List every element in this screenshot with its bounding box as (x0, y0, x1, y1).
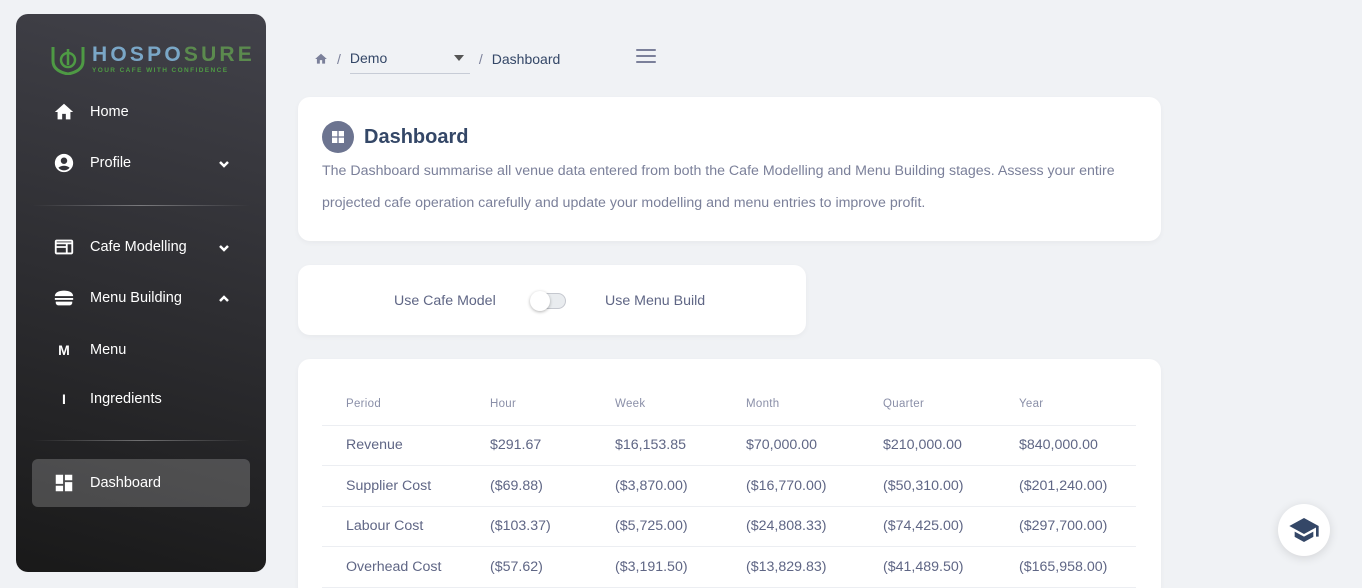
sidebar-item-menu-building[interactable]: Menu Building (32, 274, 250, 322)
dashboard-icon (322, 121, 354, 153)
column-header: Year (995, 383, 1136, 426)
table-cell: ($5,725.00) (591, 506, 722, 547)
sidebar-item-menu[interactable]: M Menu (32, 326, 250, 374)
column-header: Month (722, 383, 859, 426)
caret-down-icon (453, 54, 464, 61)
table-cell: ($74,425.00) (859, 506, 995, 547)
table-cell: ($57.62) (466, 546, 591, 588)
table-cell: $210,000.00 (859, 425, 995, 466)
chevron-up-icon (218, 292, 230, 304)
brand-name-part1: HOSPO (92, 42, 184, 66)
brand-name: HOSPOSURE (92, 42, 256, 66)
table-cell: Supplier Cost (322, 465, 466, 507)
table-cell: ($3,191.50) (591, 546, 722, 588)
table-cell: ($201,240.00) (995, 465, 1136, 507)
sidebar-item-profile[interactable]: Profile (32, 139, 250, 187)
column-header: Period (322, 383, 466, 426)
account-circle-icon (52, 151, 76, 175)
table-cell: Overhead Cost (322, 546, 466, 588)
table-cell: ($3,870.00) (591, 465, 722, 507)
home-icon[interactable] (314, 49, 328, 69)
column-header: Week (591, 383, 722, 426)
table-cell: ($69.88) (466, 465, 591, 507)
table-row: Revenue $291.67 $16,153.85 $70,000.00 $2… (322, 425, 1136, 466)
divider (32, 205, 250, 206)
table-header-row: Period Hour Week Month Quarter Year (322, 383, 1136, 426)
sidebar-item-letter: I (62, 391, 66, 407)
chevron-down-icon (218, 241, 230, 253)
brand-tagline: YOUR CAFE WITH CONFIDENCE (92, 66, 229, 74)
table-cell: ($103.37) (466, 506, 591, 547)
financial-summary-card: Period Hour Week Month Quarter Year Reve… (298, 359, 1161, 588)
brand-name-part2: SURE (183, 42, 256, 66)
table-cell: ($41,489.50) (859, 546, 995, 588)
chevron-down-icon (218, 157, 230, 169)
burger-icon (52, 286, 76, 310)
toggle-left-label: Use Cafe Model (394, 293, 496, 309)
sidebar: HOSPOSURE YOUR CAFE WITH CONFIDENCE Home… (16, 14, 266, 572)
page-description: The Dashboard summarise all venue data e… (322, 163, 1115, 211)
divider (32, 440, 250, 441)
shield-logo-icon (51, 47, 85, 75)
sidebar-item-label: Dashboard (90, 475, 161, 491)
sidebar-item-letter: M (58, 342, 70, 358)
breadcrumb-separator: / (478, 51, 483, 67)
table-cell: ($13,829.83) (722, 546, 859, 588)
intro-header: Dashboard (322, 121, 468, 153)
column-header: Hour (466, 383, 591, 426)
table-cell: ($165,958.00) (995, 546, 1136, 588)
table-row: Overhead Cost ($57.62) ($3,191.50) ($13,… (322, 546, 1136, 588)
table-cell: $840,000.00 (995, 425, 1136, 466)
table-cell: $70,000.00 (722, 425, 859, 466)
toggle-right-label: Use Menu Build (605, 293, 706, 309)
table-cell: Labour Cost (322, 506, 466, 547)
dashboard-icon (52, 471, 76, 495)
column-header: Quarter (859, 383, 995, 426)
venue-select[interactable]: Demo (349, 44, 470, 74)
table-row: Labour Cost ($103.37) ($5,725.00) ($24,8… (322, 506, 1136, 547)
sidebar-item-label: Cafe Modelling (90, 239, 187, 255)
breadcrumb: / Demo / Dashboard (314, 44, 560, 74)
home-icon (52, 100, 76, 124)
model-source-toggle-card: Use Cafe Model Use Menu Build (298, 265, 806, 335)
page-title: Dashboard (364, 125, 469, 148)
table-cell: Revenue (322, 425, 466, 466)
sidebar-item-label: Menu (90, 342, 127, 358)
breadcrumb-current: Dashboard (491, 51, 561, 67)
switch-knob (530, 291, 550, 311)
graduation-cap-icon (1289, 518, 1319, 542)
table-cell: $291.67 (466, 425, 591, 466)
table-cell: ($297,700.00) (995, 506, 1136, 547)
venue-select-value: Demo (349, 49, 388, 66)
newspaper-icon (52, 235, 76, 259)
sidebar-item-ingredients[interactable]: I Ingredients (32, 375, 250, 423)
model-source-switch[interactable] (530, 291, 566, 311)
dashboard-intro-card: Dashboard The Dashboard summarise all ve… (298, 97, 1161, 241)
table-cell: $16,153.85 (591, 425, 722, 466)
sidebar-item-home[interactable]: Home (32, 88, 250, 136)
sidebar-item-label: Ingredients (90, 391, 162, 407)
tutorial-button[interactable] (1278, 504, 1330, 556)
sidebar-item-label: Profile (90, 155, 132, 171)
table-cell: ($16,770.00) (722, 465, 859, 507)
breadcrumb-separator: / (337, 51, 341, 67)
table-cell: ($24,808.33) (722, 506, 859, 547)
sidebar-item-label: Menu Building (90, 290, 182, 306)
financial-summary-table: Period Hour Week Month Quarter Year Reve… (322, 383, 1136, 588)
sidebar-item-cafe-modelling[interactable]: Cafe Modelling (32, 223, 250, 271)
sidebar-item-dashboard[interactable]: Dashboard (32, 459, 250, 507)
hamburger-menu-icon[interactable] (636, 49, 656, 65)
table-row: Supplier Cost ($69.88) ($3,870.00) ($16,… (322, 465, 1136, 507)
sidebar-item-label: Home (90, 104, 129, 120)
brand-text: HOSPOSURE YOUR CAFE WITH CONFIDENCE (92, 42, 256, 74)
table-cell: ($50,310.00) (859, 465, 995, 507)
brand[interactable]: HOSPOSURE YOUR CAFE WITH CONFIDENCE (50, 42, 255, 76)
